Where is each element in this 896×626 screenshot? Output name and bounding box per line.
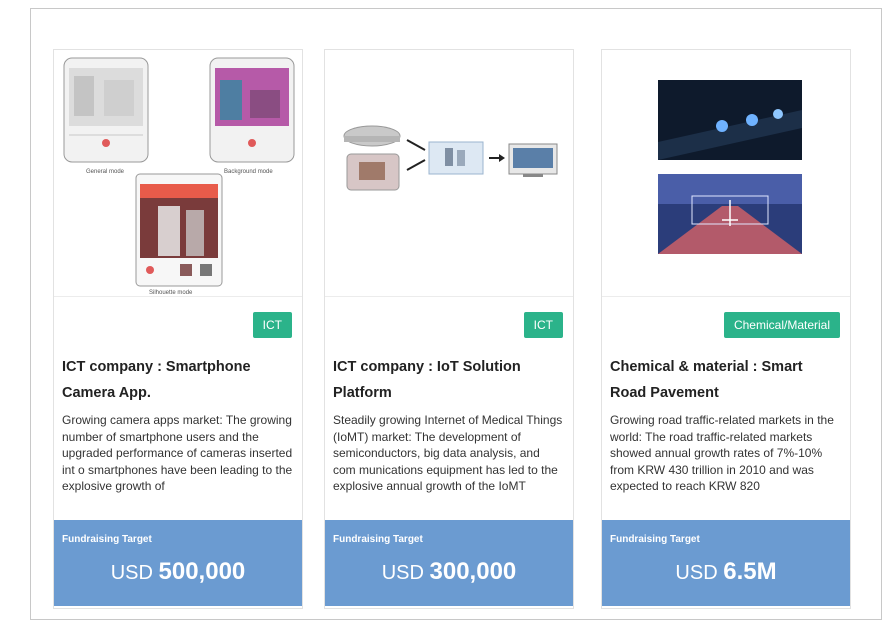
fundraising-target-box: Fundraising Target USD 6.5M: [602, 520, 850, 606]
card-title[interactable]: Chemical & material : Smart Road Pavemen…: [610, 354, 842, 406]
card-title[interactable]: ICT company : IoT Solution Platform: [333, 354, 565, 406]
fundraising-amount: USD 300,000: [325, 558, 573, 586]
card-image-smart-road: [602, 50, 850, 297]
caption-silhouette-mode: Silhouette mode: [149, 290, 193, 296]
card-description: Growing road traffic-related markets in …: [610, 413, 834, 493]
currency-label: USD: [381, 562, 424, 584]
category-badge[interactable]: ICT: [252, 312, 292, 338]
page-frame: General mode Background mode Silhouette …: [30, 8, 882, 620]
fundraising-amount: USD 500,000: [54, 558, 302, 586]
card-description: Steadily growing Internet of Medical Thi…: [333, 413, 563, 493]
fundraising-target-box: Fundraising Target USD 500,000: [54, 520, 302, 606]
category-badge[interactable]: Chemical/Material: [723, 312, 840, 338]
caption-background-mode: Background mode: [224, 169, 273, 175]
fundraising-label: Fundraising Target: [610, 534, 700, 545]
currency-label: USD: [110, 562, 153, 584]
amount-value: 6.5M: [723, 558, 777, 585]
project-card-smartphone-camera[interactable]: General mode Background mode Silhouette …: [53, 49, 303, 609]
card-title[interactable]: ICT company : Smartphone Camera App.: [62, 354, 294, 406]
amount-value: 300,000: [429, 558, 517, 585]
project-card-smart-road[interactable]: Chemical/Material Chemical & material : …: [601, 49, 851, 609]
card-image-iot: [325, 50, 573, 297]
category-badge[interactable]: ICT: [523, 312, 563, 338]
project-card-iot-platform[interactable]: ICT ICT company : IoT Solution Platform …: [324, 49, 574, 609]
caption-general-mode: General mode: [86, 169, 125, 175]
currency-label: USD: [675, 562, 718, 584]
fundraising-amount: USD 6.5M: [602, 558, 850, 586]
fundraising-label: Fundraising Target: [333, 534, 423, 545]
fundraising-label: Fundraising Target: [62, 534, 152, 545]
card-description: Growing camera apps market: The growing …: [62, 413, 293, 493]
fundraising-target-box: Fundraising Target USD 300,000: [325, 520, 573, 606]
amount-value: 500,000: [158, 558, 246, 585]
card-image-camera-app: General mode Background mode Silhouette …: [54, 50, 302, 297]
